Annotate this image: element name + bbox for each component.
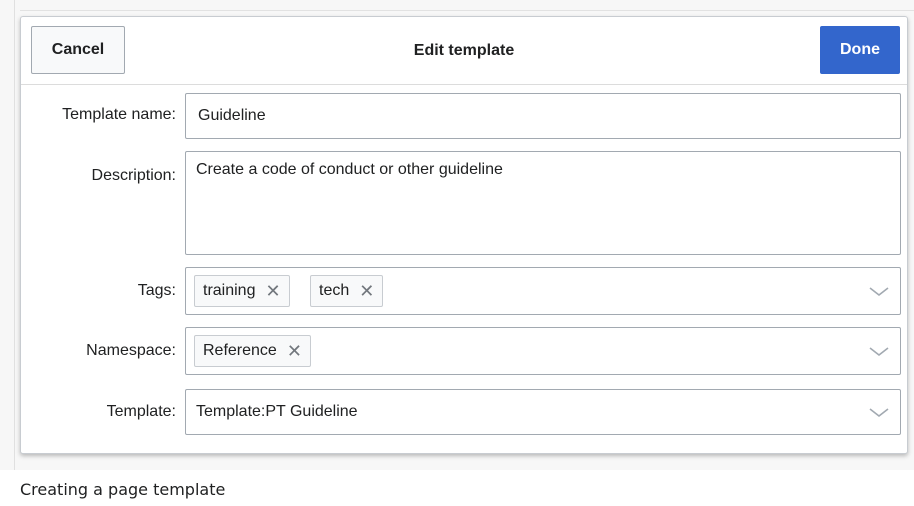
tag-chip-label: tech [319,282,350,299]
dialog-header: Edit template Cancel Done [21,17,907,85]
tag-chip-training: training ✕ [194,275,290,307]
background-divider [20,0,914,11]
done-button[interactable]: Done [820,26,900,74]
tags-multiselect[interactable]: training ✕ tech ✕ [185,267,901,315]
tags-label: Tags: [137,282,176,299]
template-dropdown-value: Template:PT Guideline [196,403,358,420]
description-label: Description: [91,167,176,184]
namespace-label: Namespace: [86,342,176,359]
background-column-rule [14,0,15,470]
tag-chip-tech: tech ✕ [310,275,384,307]
namespace-chip-reference: Reference ✕ [194,335,311,367]
template-label: Template: [106,403,176,420]
close-icon[interactable]: ✕ [265,282,280,300]
cancel-button[interactable]: Cancel [31,26,125,74]
template-name-input[interactable]: Guideline [185,93,901,139]
chevron-down-icon[interactable] [868,343,890,359]
close-icon[interactable]: ✕ [287,342,302,360]
namespace-multiselect[interactable]: Reference ✕ [185,327,901,375]
description-textarea[interactable]: Create a code of conduct or other guidel… [185,151,901,255]
dialog-title: Edit template [413,41,515,59]
chevron-down-icon[interactable] [868,283,890,299]
chevron-down-icon[interactable] [868,404,890,420]
namespace-chip-label: Reference [203,342,277,359]
close-icon[interactable]: ✕ [359,282,374,300]
edit-template-dialog: Edit template Cancel Done Template name:… [20,16,908,454]
template-dropdown[interactable]: Template:PT Guideline [185,389,901,435]
template-name-label: Template name: [62,106,176,123]
image-caption: Creating a page template [20,480,226,499]
tag-chip-label: training [203,282,256,299]
